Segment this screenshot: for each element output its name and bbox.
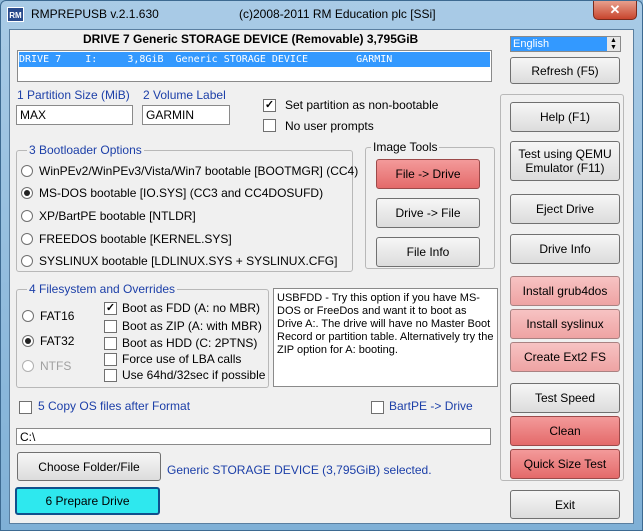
window-copyright: (c)2008-2011 RM Education plc [SSi] — [239, 7, 436, 21]
ntfs-label: NTFS — [40, 359, 72, 373]
create-ext2-label: Create Ext2 FS — [523, 350, 607, 364]
partition-size-input[interactable]: MAX — [16, 105, 133, 125]
drive-info-label: Drive Info — [539, 242, 591, 256]
help-button[interactable]: Help (F1) — [510, 102, 620, 132]
spin-arrows-icon[interactable]: ▲ ▼ — [607, 37, 620, 51]
prepare-drive-button[interactable]: 6 Prepare Drive — [15, 487, 160, 515]
eject-drive-button[interactable]: Eject Drive — [510, 194, 620, 224]
bootloader-label-syslinux: SYSLINUX bootable [LDLINUX.SYS + SYSLINU… — [39, 254, 338, 268]
test-speed-label: Test Speed — [534, 391, 596, 405]
volume-label-label: 2 Volume Label — [143, 88, 226, 102]
bootloader-label-winpe: WinPEv2/WinPEv3/Vista/Win7 bootable [BOO… — [39, 164, 359, 178]
language-value: English — [513, 38, 550, 50]
fat32-label: FAT32 — [40, 334, 75, 348]
fat16-radio[interactable] — [22, 310, 34, 322]
bootloader-radio-syslinux[interactable] — [21, 255, 33, 267]
install-syslinux-button[interactable]: Install syslinux — [510, 309, 620, 339]
exit-button[interactable]: Exit — [510, 490, 620, 519]
clean-label: Clean — [549, 424, 581, 438]
close-button[interactable]: ✕ — [593, 1, 637, 20]
use-64hd-label: Use 64hd/32sec if possible — [122, 368, 266, 382]
drive-to-file-button[interactable]: Drive -> File — [376, 198, 480, 228]
bootloader-radio-xp[interactable] — [21, 210, 33, 222]
main-panel: DRIVE 7 Generic STORAGE DEVICE (Removabl… — [9, 29, 634, 524]
partition-size-label: 1 Partition Size (MiB) — [17, 88, 130, 102]
title-bar[interactable]: RM RMPREPUSB v.2.1.630 (c)2008-2011 RM E… — [1, 1, 642, 29]
choose-folder-button[interactable]: Choose Folder/File — [17, 452, 161, 481]
exit-label: Exit — [554, 497, 575, 512]
file-to-drive-button[interactable]: File -> Drive — [376, 159, 480, 189]
choose-folder-label: Choose Folder/File — [38, 459, 140, 474]
clean-button[interactable]: Clean — [510, 416, 620, 446]
boot-zip-checkbox[interactable] — [104, 320, 117, 333]
bootloader-radio-freedos[interactable] — [21, 233, 33, 245]
ntfs-radio[interactable] — [22, 360, 34, 372]
drive-list-row[interactable]: DRIVE 7 I: 3,8GiB Generic STORAGE DEVICE… — [19, 52, 490, 67]
install-grub4dos-label: Install grub4dos — [522, 284, 608, 298]
file-info-button[interactable]: File Info — [376, 237, 480, 267]
help-label: Help (F1) — [539, 110, 590, 124]
volume-label-input[interactable]: GARMIN — [142, 105, 230, 125]
refresh-button[interactable]: Refresh (F5) — [510, 57, 620, 84]
language-select[interactable]: English ▲ ▼ — [510, 36, 621, 52]
bootloader-radio-winpe[interactable] — [21, 165, 33, 177]
close-icon: ✕ — [609, 2, 621, 17]
qemu-test-button[interactable]: Test using QEMU Emulator (F11) — [510, 141, 620, 181]
boot-hdd-checkbox[interactable] — [104, 337, 117, 350]
create-ext2-button[interactable]: Create Ext2 FS — [510, 342, 620, 372]
bootloader-radio-msdos[interactable] — [21, 187, 33, 199]
app-icon: RM — [7, 7, 24, 22]
install-syslinux-label: Install syslinux — [526, 317, 604, 331]
copy-os-checkbox[interactable] — [19, 401, 32, 414]
bootloader-label-freedos: FREEDOS bootable [KERNEL.SYS] — [39, 232, 232, 246]
boot-fdd-checkbox[interactable]: ✓ — [104, 302, 117, 315]
non-bootable-checkbox[interactable]: ✓ — [263, 99, 276, 112]
drive-to-file-label: Drive -> File — [395, 206, 461, 220]
bootloader-title: 3 Bootloader Options — [27, 143, 144, 157]
copy-os-label: 5 Copy OS files after Format — [38, 399, 191, 413]
bartpe-label: BartPE -> Drive — [389, 399, 473, 413]
refresh-label: Refresh (F5) — [531, 63, 599, 78]
drive-list[interactable]: DRIVE 7 I: 3,8GiB Generic STORAGE DEVICE… — [17, 50, 492, 82]
no-prompts-checkbox[interactable] — [263, 119, 276, 132]
file-info-label: File Info — [406, 245, 450, 259]
use-64hd-checkbox[interactable] — [104, 369, 117, 382]
drive-heading: DRIVE 7 Generic STORAGE DEVICE (Removabl… — [83, 32, 419, 46]
window-title: RMPREPUSB v.2.1.630 — [31, 7, 159, 21]
quick-size-test-label: Quick Size Test — [523, 457, 607, 471]
status-text: Generic STORAGE DEVICE (3,795GiB) select… — [167, 463, 432, 477]
qemu-test-label: Test using QEMU Emulator (F11) — [518, 147, 612, 175]
force-lba-checkbox[interactable] — [104, 353, 117, 366]
eject-drive-label: Eject Drive — [535, 202, 594, 216]
filesystem-title: 4 Filesystem and Overrides — [27, 282, 178, 296]
test-speed-button[interactable]: Test Speed — [510, 383, 620, 413]
prepare-drive-label: 6 Prepare Drive — [45, 494, 130, 508]
install-grub4dos-button[interactable]: Install grub4dos — [510, 276, 620, 306]
fat16-label: FAT16 — [40, 309, 75, 323]
bootloader-label-msdos: MS-DOS bootable [IO.SYS] (CC3 and CC4DOS… — [39, 186, 324, 200]
image-tools-title: Image Tools — [371, 140, 440, 154]
path-input[interactable]: C:\ — [16, 428, 491, 445]
file-to-drive-label: File -> Drive — [395, 167, 461, 181]
force-lba-label: Force use of LBA calls — [122, 352, 242, 366]
quick-size-test-button[interactable]: Quick Size Test — [510, 449, 620, 479]
bartpe-checkbox[interactable] — [371, 401, 384, 414]
info-textbox[interactable]: USBFDD - Try this option if you have MS-… — [273, 288, 498, 387]
boot-zip-label: Boot as ZIP (A: with MBR) — [122, 319, 262, 333]
drive-info-button[interactable]: Drive Info — [510, 234, 620, 264]
app-window: RM RMPREPUSB v.2.1.630 (c)2008-2011 RM E… — [0, 0, 643, 531]
fat32-radio[interactable] — [22, 335, 34, 347]
boot-fdd-label: Boot as FDD (A: no MBR) — [122, 301, 261, 315]
boot-hdd-label: Boot as HDD (C: 2PTNS) — [122, 336, 258, 350]
no-prompts-label: No user prompts — [285, 119, 374, 133]
non-bootable-label: Set partition as non-bootable — [285, 98, 439, 112]
bootloader-label-xp: XP/BartPE bootable [NTLDR] — [39, 209, 196, 223]
